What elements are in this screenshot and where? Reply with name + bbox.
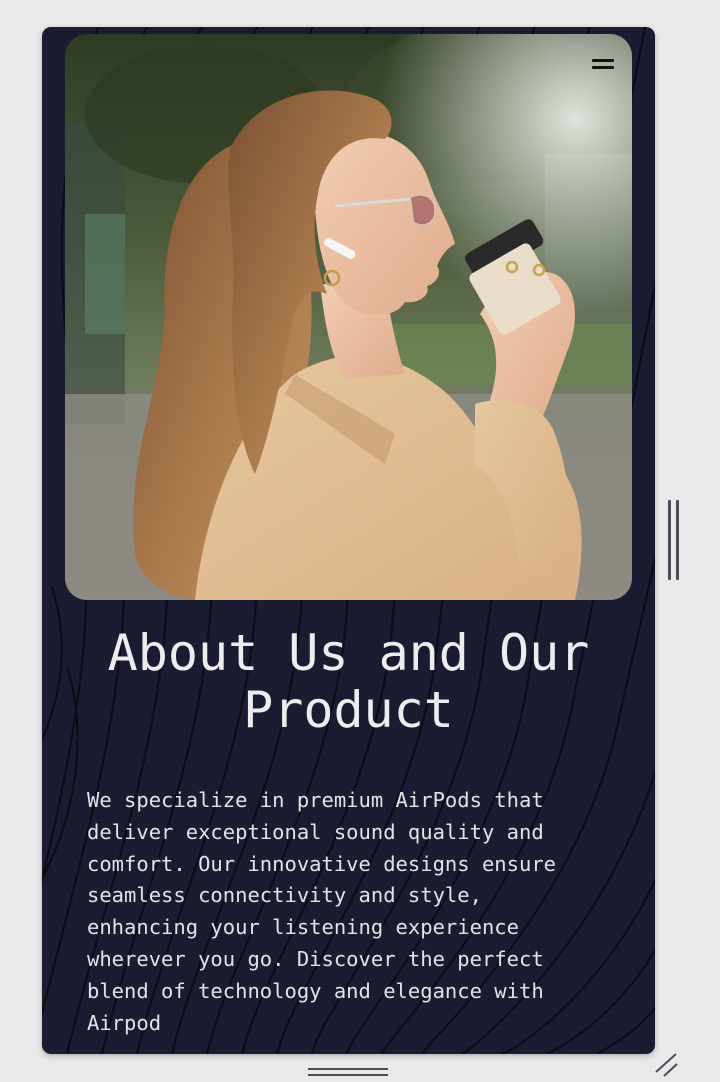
hero-photo xyxy=(65,34,632,600)
scroll-handle-line-right xyxy=(676,500,679,580)
vertical-scroll-handle[interactable] xyxy=(668,500,680,580)
page-title: About Us and Our Product xyxy=(42,625,655,739)
page-stage: About Us and Our Product We specialize i… xyxy=(0,0,720,1082)
horizontal-drag-handle[interactable] xyxy=(308,1068,388,1078)
drag-handle-line-bottom xyxy=(308,1074,388,1076)
resize-grip-icon[interactable] xyxy=(652,1052,680,1080)
menu-bar-top xyxy=(592,59,614,62)
scroll-handle-line-left xyxy=(668,500,671,580)
hamburger-menu-icon[interactable] xyxy=(592,59,618,75)
about-card: About Us and Our Product We specialize i… xyxy=(42,27,655,1054)
title-line-2: Product xyxy=(243,681,454,739)
title-line-1: About Us and Our xyxy=(107,624,590,682)
about-description: We specialize in premium AirPods that de… xyxy=(87,788,556,1035)
drag-handle-line-top xyxy=(308,1068,388,1070)
woman-with-airpods-image xyxy=(65,34,632,600)
menu-bar-bottom xyxy=(592,66,614,69)
